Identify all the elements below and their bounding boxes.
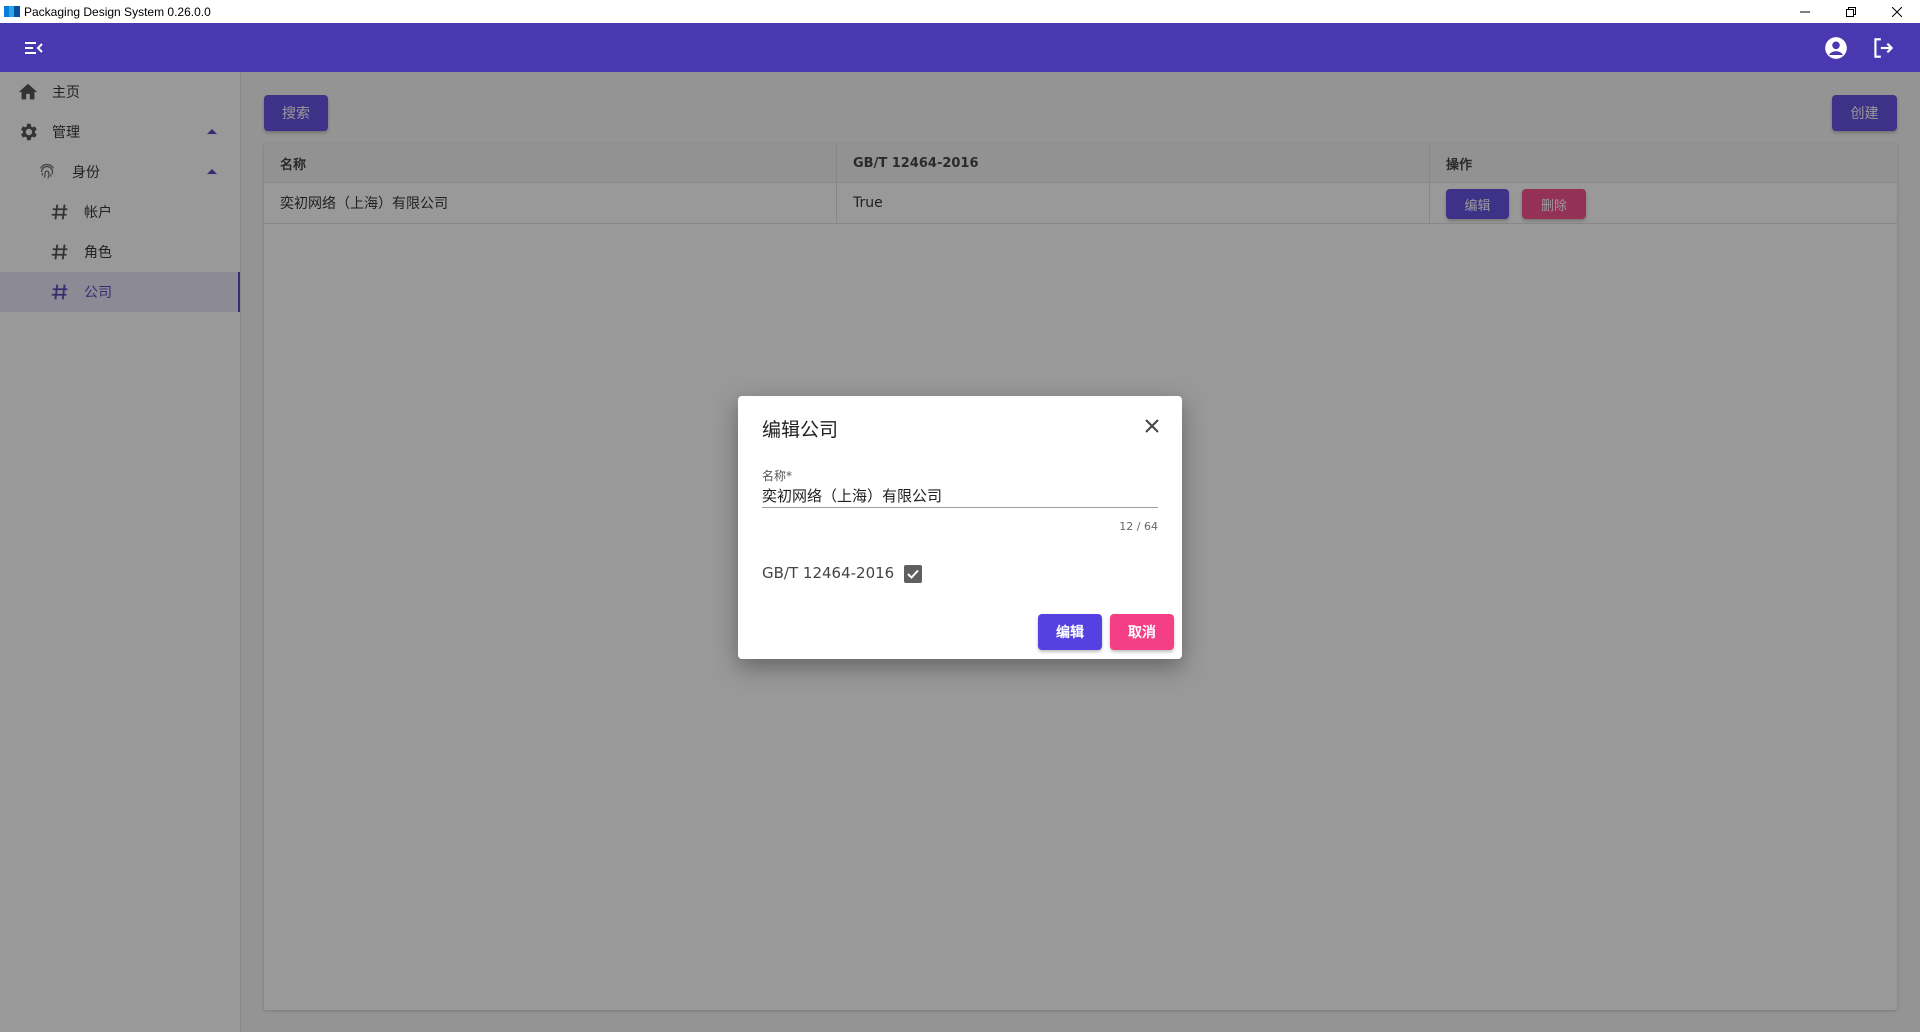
app-icon <box>4 6 20 17</box>
menu-collapse-icon[interactable] <box>22 36 46 60</box>
minimize-icon[interactable] <box>1782 0 1828 23</box>
app-bar <box>0 23 1920 72</box>
gbt-checkbox-label: GB/T 12464-2016 <box>762 564 895 582</box>
check-icon <box>907 569 919 579</box>
window-title: Packaging Design System 0.26.0.0 <box>24 4 211 19</box>
close-icon[interactable] <box>1874 0 1920 23</box>
name-char-counter: 12 / 64 <box>1119 520 1158 533</box>
edit-company-dialog: 编辑公司 名称* 12 / 64 GB/T 12464-2016 编辑 取消 <box>738 396 1182 659</box>
name-field-label: 名称* <box>762 469 793 483</box>
logout-icon[interactable] <box>1870 35 1896 61</box>
dialog-title: 编辑公司 <box>762 419 839 441</box>
account-circle-icon[interactable] <box>1823 35 1849 61</box>
gbt-checkbox[interactable] <box>904 565 922 583</box>
name-field[interactable] <box>762 484 1158 508</box>
dialog-cancel-button[interactable]: 取消 <box>1110 614 1174 650</box>
restore-icon[interactable] <box>1828 0 1874 23</box>
dialog-edit-button[interactable]: 编辑 <box>1038 614 1102 650</box>
window-titlebar: Packaging Design System 0.26.0.0 <box>0 0 1920 23</box>
close-icon[interactable] <box>1142 416 1162 436</box>
